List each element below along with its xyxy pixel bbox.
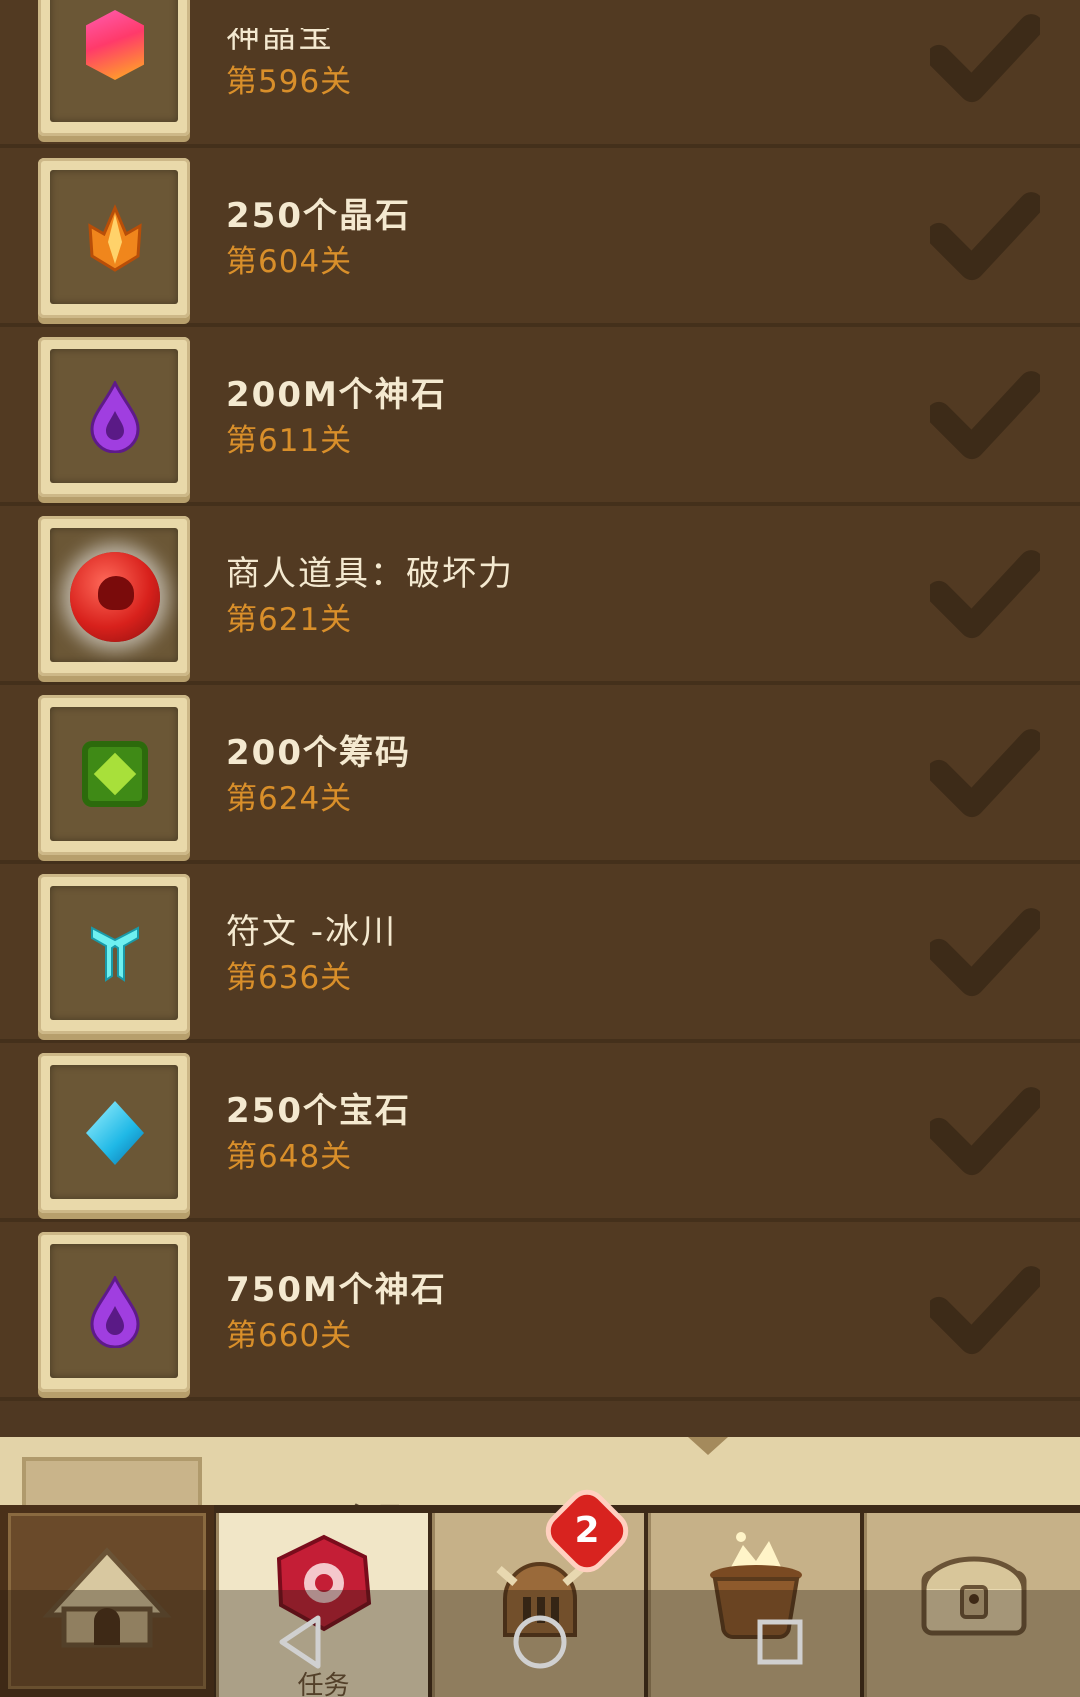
- reward-title: 200M个神石: [226, 375, 447, 415]
- checkmark-icon: [930, 1087, 1040, 1176]
- section-notch: [688, 1437, 728, 1455]
- reward-stage: 第636关: [226, 960, 353, 996]
- reward-stage: 第596关: [226, 64, 353, 100]
- reward-slot: [38, 1053, 190, 1213]
- reward-row: 200个筹码 第624关: [0, 685, 1080, 864]
- reward-title: 750M个神石: [226, 1270, 447, 1310]
- reward-slot: [38, 337, 190, 497]
- checkmark-icon: [930, 14, 1040, 103]
- home-circle-icon[interactable]: [508, 1610, 572, 1674]
- reward-list[interactable]: 神晶宝 第596关 250个晶石 第604关 200M个神石 第611关 商人道…: [0, 0, 1080, 1401]
- system-navigation-bar: [0, 1590, 1080, 1697]
- checkmark-icon: [930, 550, 1040, 639]
- reward-title: 符文 -冰川: [226, 912, 398, 952]
- reward-stage: 第660关: [226, 1318, 353, 1354]
- reward-row: 750M个神石 第660关: [0, 1222, 1080, 1401]
- reward-row: 200M个神石 第611关: [0, 327, 1080, 506]
- green-chip-icon: [82, 741, 148, 807]
- reward-row: 符文 -冰川 第636关: [0, 864, 1080, 1043]
- reward-title: 250个晶石: [226, 196, 411, 236]
- reward-slot: [38, 0, 190, 136]
- orange-crystal-icon: [88, 204, 142, 272]
- reward-slot: [38, 874, 190, 1034]
- checkmark-icon: [930, 1266, 1040, 1355]
- reward-stage: 第624关: [226, 781, 353, 817]
- ruby-gem-icon: [86, 10, 144, 80]
- reward-row: 250个宝石 第648关: [0, 1043, 1080, 1222]
- checkmark-icon: [930, 192, 1040, 281]
- back-icon[interactable]: [270, 1610, 334, 1674]
- checkmark-icon: [930, 729, 1040, 818]
- reward-stage: 第611关: [226, 423, 353, 459]
- recents-square-icon[interactable]: [748, 1610, 812, 1674]
- reward-stage: 第648关: [226, 1139, 353, 1175]
- checkmark-icon: [930, 371, 1040, 460]
- reward-title: 200个筹码: [226, 733, 411, 773]
- reward-slot: [38, 516, 190, 676]
- reward-row: 神晶宝 第596关: [0, 0, 1080, 148]
- purple-drop-icon: [90, 1276, 140, 1348]
- reward-stage: 第604关: [226, 244, 353, 280]
- reward-row: 250个晶石 第604关: [0, 148, 1080, 327]
- reward-slot: [38, 695, 190, 855]
- checkmark-icon: [930, 908, 1040, 997]
- red-skull-orb-icon: [70, 552, 160, 642]
- reward-slot: [38, 1232, 190, 1392]
- reward-title: 商人道具：破坏力: [226, 554, 514, 594]
- reward-stage: 第621关: [226, 602, 353, 638]
- reward-title: 250个宝石: [226, 1091, 411, 1131]
- reward-slot: [38, 158, 190, 318]
- glacier-rune-icon: [91, 926, 139, 982]
- purple-drop-icon: [90, 381, 140, 453]
- reward-title: 神晶宝: [226, 16, 334, 56]
- blue-diamond-icon: [86, 1101, 144, 1165]
- reward-row: 商人道具：破坏力 第621关: [0, 506, 1080, 685]
